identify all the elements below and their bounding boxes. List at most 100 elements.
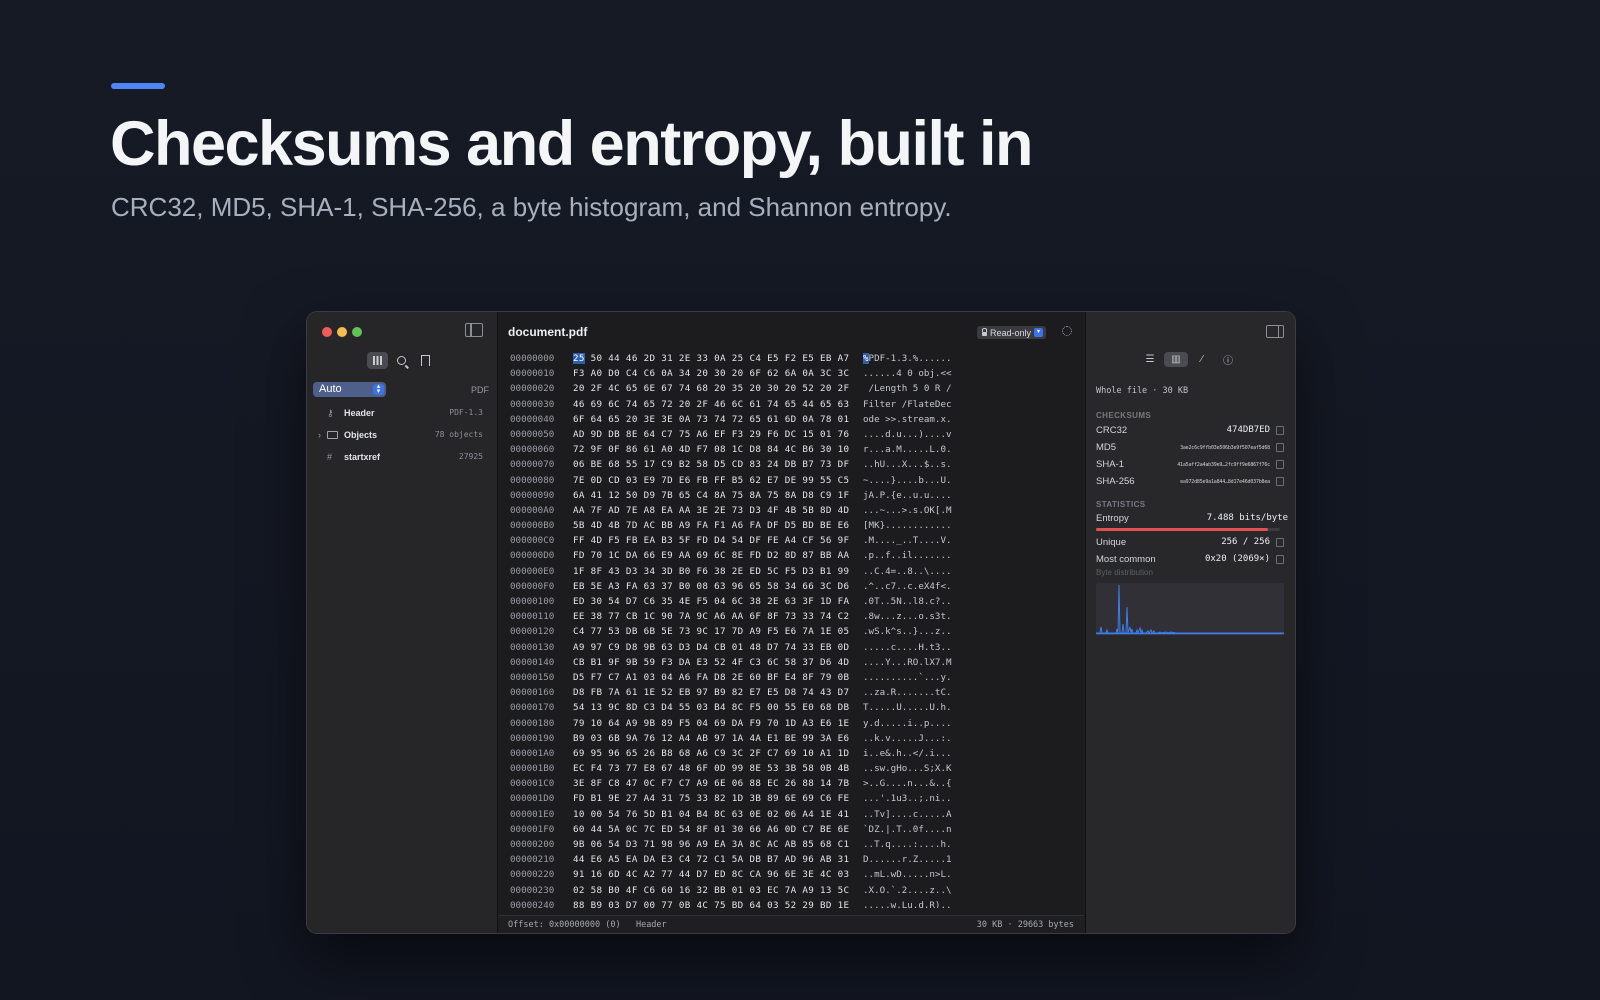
hex-bytes[interactable]: 69 95 96 65 26 B8 68 A6 C9 3C 2F C7 69 1… bbox=[573, 748, 849, 759]
zoom-window-button[interactable] bbox=[352, 327, 362, 337]
copy-icon[interactable] bbox=[1276, 443, 1284, 452]
hex-row[interactable]: 00000100 ED 30 54 D7 C6 35 4E F5 04 6C 38… bbox=[498, 596, 1084, 611]
hex-ascii[interactable]: ....d.u...)....v bbox=[863, 429, 952, 440]
hex-ascii[interactable]: ..........`...y. bbox=[863, 672, 952, 683]
hex-ascii[interactable]: .8w...z...o.s3t. bbox=[863, 611, 952, 622]
hex-ascii[interactable]: .wS.k^s..}...z.. bbox=[863, 626, 952, 637]
hex-row[interactable]: 00000210 44 E6 A5 EA DA E3 C4 72 C1 5A DB… bbox=[498, 854, 1084, 869]
hex-bytes[interactable]: 20 2F 4C 65 6E 67 74 68 20 35 20 30 20 5… bbox=[573, 383, 849, 394]
hex-ascii[interactable]: ..Tv]....c.....A bbox=[863, 809, 952, 820]
hex-bytes[interactable]: CB B1 9F 9B 59 F3 DA E3 52 4F C3 6C 58 3… bbox=[573, 657, 849, 668]
hex-row[interactable]: 00000180 79 10 64 A9 9B 89 F5 04 69 DA F9… bbox=[498, 718, 1084, 733]
hex-bytes[interactable]: ED 30 54 D7 C6 35 4E F5 04 6C 38 2E 63 3… bbox=[573, 596, 849, 607]
hex-ascii[interactable]: ..k.v.....J...:. bbox=[863, 733, 952, 744]
hex-ascii[interactable]: ...~...>.s.OK[.M bbox=[863, 505, 952, 516]
sidebar-toggle-icon[interactable] bbox=[465, 323, 483, 337]
hex-grid[interactable]: 00000000 25 50 44 46 2D 31 2E 33 0A 25 C4… bbox=[498, 353, 1084, 908]
hex-row[interactable]: 000001E0 10 00 54 76 5D B1 04 B4 8C 63 0E… bbox=[498, 809, 1084, 824]
hex-row[interactable]: 00000090 6A 41 12 50 D9 7B 65 C4 8A 75 8A… bbox=[498, 490, 1084, 505]
hex-bytes[interactable]: FD 70 1C DA 66 E9 AA 69 6C 8E FD D2 8D 8… bbox=[573, 550, 849, 561]
hex-bytes[interactable]: 6F 64 65 20 3E 3E 0A 73 74 72 65 61 6D 0… bbox=[573, 414, 849, 425]
hex-row[interactable]: 00000000 25 50 44 46 2D 31 2E 33 0A 25 C4… bbox=[498, 353, 1084, 368]
hex-bytes[interactable]: 06 BE 68 55 17 C9 B2 58 D5 CD 83 24 DB B… bbox=[573, 459, 849, 470]
search-view-button[interactable] bbox=[391, 352, 412, 369]
disclosure-chevron-icon[interactable]: › bbox=[318, 430, 321, 440]
hex-row[interactable]: 00000080 7E 0D CD 03 E9 7D E6 FB FF B5 62… bbox=[498, 475, 1084, 490]
hex-bytes[interactable]: 02 58 B0 4F C6 60 16 32 BB 01 03 EC 7A A… bbox=[573, 885, 849, 896]
hex-ascii[interactable]: y.d.....i..p.... bbox=[863, 718, 952, 729]
hex-bytes[interactable]: EB 5E A3 FA 63 37 B0 08 63 96 65 58 34 6… bbox=[573, 581, 849, 592]
hex-row[interactable]: 00000050 AD 9D DB 8E 64 C7 75 A6 EF F3 29… bbox=[498, 429, 1084, 444]
hex-ascii[interactable]: Filter /FlateDec bbox=[863, 399, 952, 410]
gear-icon[interactable] bbox=[1062, 326, 1072, 336]
hex-ascii[interactable]: r...a.M.....L.0. bbox=[863, 444, 952, 455]
hex-row[interactable]: 000000A0 AA 7F AD 7E A8 EA AA 3E 2E 73 D3… bbox=[498, 505, 1084, 520]
hex-bytes[interactable]: 72 9F 0F 86 61 A0 4D F7 08 1C D8 84 4C B… bbox=[573, 444, 849, 455]
hex-ascii[interactable]: [MK}............ bbox=[863, 520, 952, 531]
hex-row[interactable]: 00000120 C4 77 53 DB 6B 5E 73 9C 17 7D A9… bbox=[498, 626, 1084, 641]
hex-bytes[interactable]: 91 16 6D 4C A2 77 44 D7 ED 8C CA 96 6E 3… bbox=[573, 869, 849, 880]
copy-icon[interactable] bbox=[1276, 477, 1284, 486]
hex-bytes[interactable]: 60 44 5A 0C 7C ED 54 8F 01 30 66 A6 0D C… bbox=[573, 824, 849, 835]
hex-row[interactable]: 00000010 F3 A0 D0 C4 C6 0A 34 20 30 20 6F… bbox=[498, 368, 1084, 383]
hex-bytes[interactable]: 54 13 9C 8D C3 D4 55 03 B4 8C F5 00 55 E… bbox=[573, 702, 849, 713]
hex-bytes[interactable]: 6A 41 12 50 D9 7B 65 C4 8A 75 8A 75 8A D… bbox=[573, 490, 849, 501]
tree-item-header[interactable]: ⚷ Header PDF-1.3 bbox=[307, 405, 497, 423]
hex-bytes[interactable]: 7E 0D CD 03 E9 7D E6 FB FF B5 62 E7 DE 9… bbox=[573, 475, 849, 486]
hex-ascii[interactable]: T.....U.....U.h. bbox=[863, 702, 952, 713]
read-only-menu[interactable]: Read-only ▾ bbox=[976, 326, 1046, 339]
hex-row[interactable]: 000001F0 60 44 5A 0C 7C ED 54 8F 01 30 66… bbox=[498, 824, 1084, 839]
hex-bytes[interactable]: AA 7F AD 7E A8 EA AA 3E 2E 73 D3 4F 4B 5… bbox=[573, 505, 849, 516]
hex-bytes[interactable]: A9 97 C9 D8 9B 63 D3 D4 CB 01 48 D7 74 3… bbox=[573, 642, 849, 653]
copy-icon[interactable] bbox=[1276, 538, 1284, 547]
hex-ascii[interactable]: %PDF-1.3.%...... bbox=[863, 353, 952, 364]
tree-item-objects[interactable]: › Objects 78 objects bbox=[307, 427, 497, 445]
hex-row[interactable]: 00000150 D5 F7 C7 A1 03 04 A6 FA D8 2E 60… bbox=[498, 672, 1084, 687]
hex-row[interactable]: 00000060 72 9F 0F 86 61 A0 4D F7 08 1C D8… bbox=[498, 444, 1084, 459]
hex-row[interactable]: 000000C0 FF 4D F5 FB EA B3 5F FD D4 54 DF… bbox=[498, 535, 1084, 550]
hex-ascii[interactable]: `DZ.|.T..0f....n bbox=[863, 824, 952, 835]
tab-info[interactable]: ⓘ bbox=[1216, 352, 1240, 367]
hex-bytes[interactable]: FF 4D F5 FB EA B3 5F FD D4 54 DF FE A4 C… bbox=[573, 535, 849, 546]
hex-bytes[interactable]: 25 50 44 46 2D 31 2E 33 0A 25 C4 E5 F2 E… bbox=[573, 353, 849, 364]
hex-ascii[interactable]: ode >>.stream.x. bbox=[863, 414, 952, 425]
hex-ascii[interactable]: ......4 0 obj.<< bbox=[863, 368, 952, 379]
hex-row[interactable]: 00000110 EE 38 77 CB 1C 90 7A 9C A6 AA 6F… bbox=[498, 611, 1084, 626]
hex-ascii[interactable]: .p..f..il....... bbox=[863, 550, 952, 561]
hex-bytes[interactable]: EC F4 73 77 E8 67 48 6F 0D 99 8E 53 3B 5… bbox=[573, 763, 849, 774]
hex-ascii[interactable]: ..sw.gHo...S;X.K bbox=[863, 763, 952, 774]
hex-ascii[interactable]: ...'.1u3..;.ni.. bbox=[863, 793, 952, 804]
hex-ascii[interactable]: .^..c7..c.eX4f<. bbox=[863, 581, 952, 592]
format-select[interactable]: Auto ▴ ▾ bbox=[313, 382, 386, 397]
hex-bytes[interactable]: 9B 06 54 D3 71 98 96 A9 EA 3A 8C AC AB 8… bbox=[573, 839, 849, 850]
hex-bytes[interactable]: F3 A0 D0 C4 C6 0A 34 20 30 20 6F 62 6A 0… bbox=[573, 368, 849, 379]
close-window-button[interactable] bbox=[322, 327, 332, 337]
hex-ascii[interactable]: .....w.Lu.d.R).. bbox=[863, 900, 952, 908]
hex-ascii[interactable]: .....c....H.t3.. bbox=[863, 642, 952, 653]
hex-ascii[interactable]: jA.P.{e..u.u.... bbox=[863, 490, 952, 501]
hex-row[interactable]: 00000240 88 B9 03 D7 00 77 0B 4C 75 BD 64… bbox=[498, 900, 1084, 908]
hex-bytes[interactable]: 44 E6 A5 EA DA E3 C4 72 C1 5A DB B7 AD 9… bbox=[573, 854, 849, 865]
hex-row[interactable]: 00000020 20 2F 4C 65 6E 67 74 68 20 35 20… bbox=[498, 383, 1084, 398]
hex-ascii[interactable]: ..C.4=..8..\.... bbox=[863, 566, 952, 577]
hex-bytes[interactable]: EE 38 77 CB 1C 90 7A 9C A6 AA 6F 8F 73 3… bbox=[573, 611, 849, 622]
hex-row[interactable]: 000001A0 69 95 96 65 26 B8 68 A6 C9 3C 2F… bbox=[498, 748, 1084, 763]
hex-ascii[interactable]: ..hU...X...$..s. bbox=[863, 459, 952, 470]
hex-bytes[interactable]: 3E 8F C8 47 0C F7 C7 A9 6E 06 88 EC 26 8… bbox=[573, 778, 849, 789]
hex-ascii[interactable]: .M...._..T....V. bbox=[863, 535, 952, 546]
hex-row[interactable]: 000001C0 3E 8F C8 47 0C F7 C7 A9 6E 06 88… bbox=[498, 778, 1084, 793]
hex-row[interactable]: 00000220 91 16 6D 4C A2 77 44 D7 ED 8C CA… bbox=[498, 869, 1084, 884]
hex-ascii[interactable]: /Length 5 0 R / bbox=[863, 383, 952, 394]
tree-item-startxref[interactable]: # startxref 27925 bbox=[307, 449, 497, 467]
copy-icon[interactable] bbox=[1276, 426, 1284, 435]
hex-row[interactable]: 00000040 6F 64 65 20 3E 3E 0A 73 74 72 65… bbox=[498, 414, 1084, 429]
hex-bytes[interactable]: B9 03 6B 9A 76 12 A4 AB 97 1A 4A E1 BE 9… bbox=[573, 733, 849, 744]
hex-row[interactable]: 000000E0 1F 8F 43 D3 34 3D B0 F6 38 2E ED… bbox=[498, 566, 1084, 581]
structure-view-button[interactable] bbox=[367, 352, 388, 369]
tab-edit[interactable]: ⁄ bbox=[1190, 352, 1214, 367]
hex-bytes[interactable]: 88 B9 03 D7 00 77 0B 4C 75 BD 64 03 52 2… bbox=[573, 900, 849, 908]
hex-ascii[interactable]: ..T.q....:....h. bbox=[863, 839, 952, 850]
hex-ascii[interactable]: ....Y...RO.lX7.M bbox=[863, 657, 952, 668]
selected-char[interactable]: % bbox=[863, 353, 869, 364]
selected-byte[interactable]: 25 bbox=[573, 353, 585, 364]
